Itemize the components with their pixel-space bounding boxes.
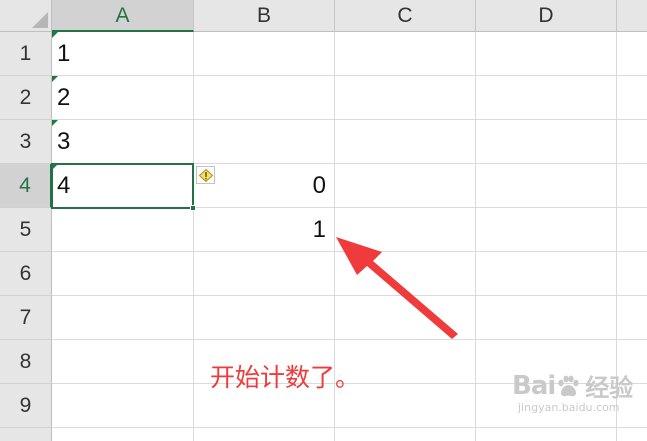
baidu-jingyan-watermark: Bai 经验 jingyan.baidu.com [512,368,634,415]
spreadsheet-grid: A B C D 1 2 3 4 5 6 7 8 9 1 2 3 4 0 1 开始… [0,0,647,441]
watermark-logo-cn: 经验 [585,374,634,402]
watermark-url: jingyan.baidu.com [518,401,620,414]
baidu-paw-icon [558,375,579,396]
annotation-text: 开始计数了。 [210,363,361,392]
watermark-logo-text: Bai [512,370,556,401]
